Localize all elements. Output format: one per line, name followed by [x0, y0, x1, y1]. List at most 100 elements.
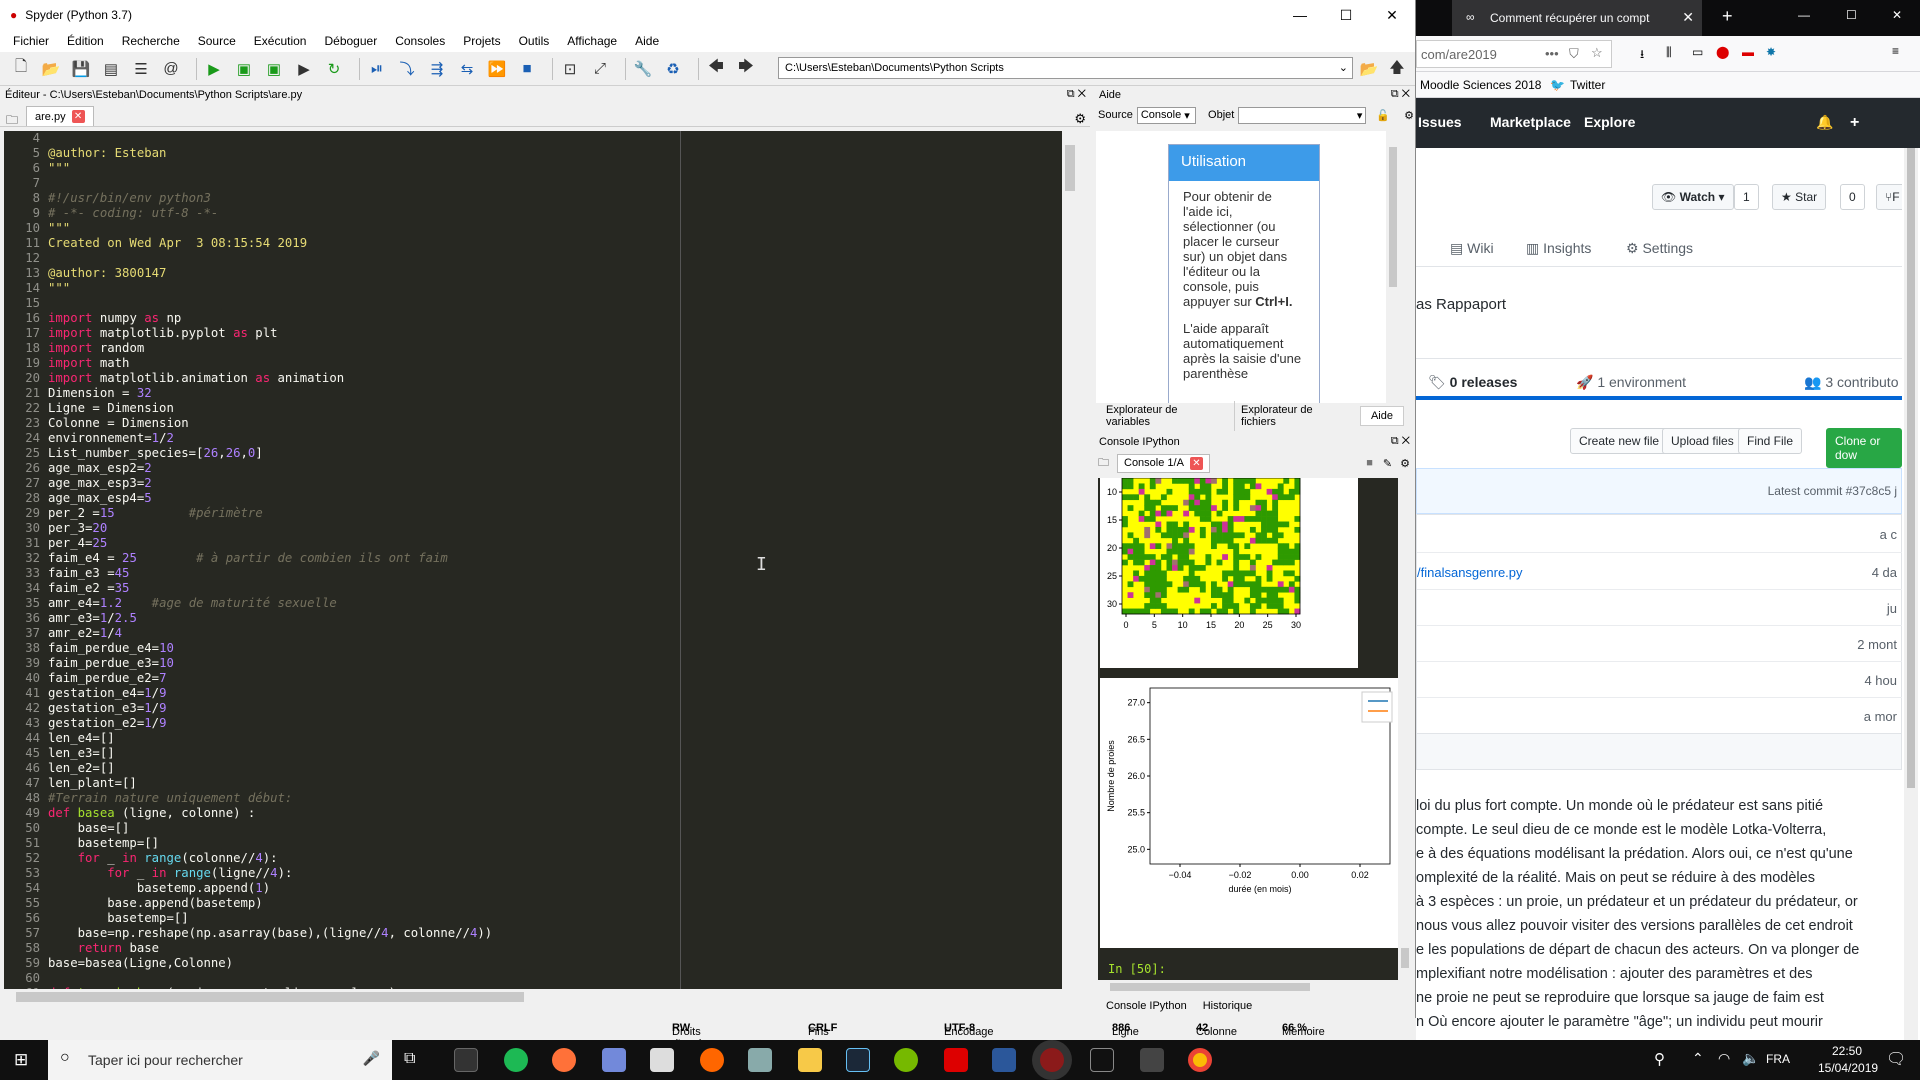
- gear-icon[interactable]: ⚙: [1074, 111, 1086, 127]
- browser-tab[interactable]: ∞ Comment récupérer un compt ✕: [1452, 0, 1702, 36]
- menu-outils[interactable]: Outils: [510, 34, 559, 48]
- file-explorer-icon[interactable]: [798, 1048, 822, 1072]
- maximize-button[interactable]: ☐: [1846, 8, 1857, 22]
- step-into-icon[interactable]: ⇶: [426, 58, 448, 80]
- sidebar-icon[interactable]: ▭: [1692, 45, 1703, 59]
- step-icon[interactable]: ⤵: [396, 58, 418, 80]
- environment-link[interactable]: 🚀 1 environment: [1576, 374, 1686, 391]
- tab-variable-explorer[interactable]: Explorateur de variables: [1100, 401, 1230, 431]
- editor-vertical-scrollbar[interactable]: [1062, 131, 1080, 989]
- terminal-icon[interactable]: [454, 1048, 478, 1072]
- latest-commit-text[interactable]: Latest commit #37c8c5 j: [1768, 484, 1897, 498]
- menu-affichage[interactable]: Affichage: [558, 34, 626, 48]
- find-file-button[interactable]: Find File: [1738, 428, 1803, 454]
- windows-start-icon[interactable]: ⊞: [14, 1050, 28, 1070]
- task-view-icon[interactable]: ⧉: [404, 1050, 428, 1074]
- step-return-icon[interactable]: ⇆: [456, 58, 478, 80]
- console-scrollbar[interactable]: [1398, 478, 1412, 980]
- tab-settings[interactable]: ⚙ Settings: [1626, 240, 1693, 257]
- menu-icon[interactable]: ≡: [1892, 44, 1899, 58]
- stop-icon[interactable]: ■: [1366, 457, 1373, 469]
- tab-help[interactable]: Aide: [1359, 406, 1404, 426]
- eraser-icon[interactable]: ✎: [1383, 457, 1392, 470]
- acrobat-icon[interactable]: [944, 1048, 968, 1072]
- object-input[interactable]: ▾: [1238, 106, 1367, 124]
- cmd-icon[interactable]: [1090, 1048, 1114, 1072]
- working-directory-input[interactable]: C:\Users\Esteban\Documents\Python Script…: [778, 57, 1353, 79]
- tab-insights[interactable]: ▥ Insights: [1526, 240, 1591, 257]
- maximize-button[interactable]: ☐: [1323, 0, 1369, 30]
- firefox-icon[interactable]: [552, 1048, 576, 1072]
- minimize-button[interactable]: —: [1277, 0, 1323, 30]
- library-icon[interactable]: ⫼: [1666, 45, 1672, 60]
- help-scrollbar[interactable]: [1386, 131, 1400, 403]
- tab-wiki[interactable]: ▤ Wiki: [1450, 240, 1494, 257]
- adblock-icon[interactable]: ⬤: [1716, 45, 1729, 59]
- preferences-icon[interactable]: 🔧: [632, 58, 654, 80]
- run-selection-icon[interactable]: ▶: [293, 58, 315, 80]
- calculator-icon[interactable]: [1140, 1048, 1164, 1072]
- chevron-up-icon[interactable]: ⌃: [1692, 1050, 1704, 1067]
- save-all-icon[interactable]: ▤: [100, 58, 122, 80]
- pane-controls[interactable]: ⧉ ✕: [1391, 88, 1410, 101]
- file-link[interactable]: /finalsansgenre.py: [1417, 565, 1523, 580]
- stop-icon[interactable]: ■: [516, 58, 538, 80]
- pane-controls[interactable]: ⧉ ✕: [1067, 88, 1086, 101]
- mail-icon[interactable]: [650, 1048, 674, 1072]
- fullscreen-pane-icon[interactable]: ⊡: [559, 58, 581, 80]
- console-output[interactable]: 0 5 10 15 20 25 30 10 15 20 25 30 −0.04 −0.02 0.00 0.0…: [1098, 478, 1398, 980]
- console-h-scrollbar[interactable]: [1098, 980, 1398, 994]
- menu-execution[interactable]: Exécution: [245, 34, 316, 48]
- nav-explore[interactable]: Explore: [1584, 114, 1635, 130]
- bookmark-star-icon[interactable]: ☆: [1591, 45, 1603, 61]
- tab-console-1a[interactable]: Console 1/A ✕: [1117, 453, 1210, 473]
- open-file-icon[interactable]: 📂: [40, 58, 62, 80]
- forward-arrow-icon[interactable]: 🡆: [735, 58, 757, 80]
- releases-link[interactable]: 🏷 0 releases: [1428, 374, 1517, 391]
- code-lines[interactable]: @author: Esteban """ #!/usr/bin/env pyth…: [48, 131, 492, 989]
- extension-icon[interactable]: ✸: [1766, 45, 1776, 59]
- python-path-icon[interactable]: ♻: [662, 58, 684, 80]
- nav-marketplace[interactable]: Marketplace: [1490, 114, 1571, 130]
- extension-icon[interactable]: ▬: [1742, 45, 1754, 59]
- tab-history[interactable]: Historique: [1203, 1000, 1253, 1018]
- chrome-icon[interactable]: [1188, 1048, 1212, 1072]
- app-icon[interactable]: [748, 1048, 772, 1072]
- clock-date[interactable]: 15/04/2019: [1818, 1061, 1878, 1075]
- gear-icon[interactable]: ⚙: [1404, 109, 1414, 122]
- taskbar-search-box[interactable]: ○ Taper ici pour rechercher 🎤: [48, 1040, 392, 1080]
- people-icon[interactable]: ⚲: [1654, 1050, 1665, 1068]
- language-indicator[interactable]: FRA: [1766, 1052, 1790, 1066]
- wifi-icon[interactable]: ◠: [1718, 1050, 1730, 1067]
- bell-icon[interactable]: 🔔: [1816, 114, 1833, 131]
- tab-are-py[interactable]: are.py ✕: [26, 106, 94, 126]
- list-icon[interactable]: ☰: [130, 58, 152, 80]
- browse-folder-icon[interactable]: 📂: [1358, 58, 1380, 80]
- menu-recherche[interactable]: Recherche: [113, 34, 189, 48]
- debug-icon[interactable]: ⏯: [366, 58, 388, 80]
- url-input[interactable]: com/are2019 ••• ⛉ ☆: [1416, 40, 1612, 68]
- at-icon[interactable]: @: [160, 58, 182, 80]
- plus-icon[interactable]: +: [1850, 114, 1859, 132]
- fork-button[interactable]: ⑂F: [1876, 184, 1902, 210]
- run-cell-icon[interactable]: ▣: [233, 58, 255, 80]
- create-file-button[interactable]: Create new file: [1570, 428, 1669, 454]
- utorrent-icon[interactable]: [894, 1048, 918, 1072]
- fullscreen-icon[interactable]: ⤢: [589, 58, 611, 80]
- scrollbar-thumb[interactable]: [1110, 983, 1310, 991]
- gear-icon[interactable]: ⚙: [1400, 457, 1410, 470]
- code-editor[interactable]: 4 5 6 7 8 9 10 11 12 13 14 15 16 17 18 1…: [4, 131, 1062, 989]
- lock-icon[interactable]: 🔓: [1376, 109, 1390, 122]
- pane-controls[interactable]: ⧉ ✕: [1391, 435, 1410, 448]
- tab-ipython-console[interactable]: Console IPython: [1106, 1000, 1187, 1018]
- tab-file-explorer[interactable]: Explorateur de fichiers: [1234, 401, 1356, 431]
- browse-tabs-icon[interactable]: 🗀: [6, 111, 18, 132]
- console-prompt[interactable]: In [50]:: [1108, 962, 1166, 976]
- menu-aide[interactable]: Aide: [626, 34, 668, 48]
- upload-files-button[interactable]: Upload files: [1662, 428, 1743, 454]
- minimize-button[interactable]: —: [1798, 8, 1810, 22]
- close-tab-icon[interactable]: ✕: [71, 110, 85, 123]
- pocket-icon[interactable]: ⛉: [1569, 46, 1579, 62]
- clock-time[interactable]: 22:50: [1832, 1044, 1862, 1058]
- save-icon[interactable]: 💾: [70, 58, 92, 80]
